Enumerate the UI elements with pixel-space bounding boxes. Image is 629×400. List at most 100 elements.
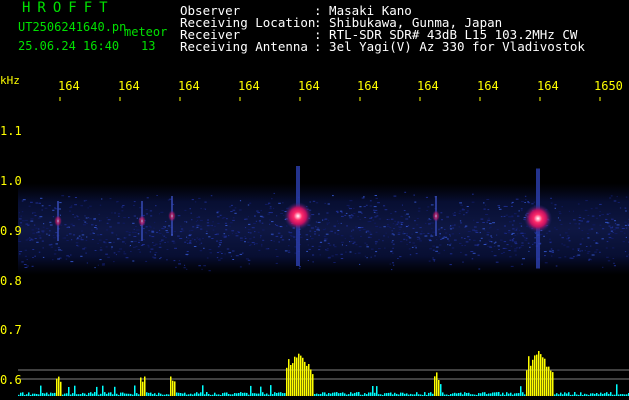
noise-speck <box>577 248 580 250</box>
noise-speck <box>34 238 37 239</box>
noise-speck <box>612 247 615 249</box>
power-bar <box>534 355 536 396</box>
noise-speck <box>349 235 353 237</box>
noise-speck <box>219 251 222 253</box>
power-bar <box>96 386 98 396</box>
noise-speck <box>465 212 468 214</box>
noise-speck <box>440 212 443 214</box>
noise-speck <box>270 240 273 241</box>
noise-speck <box>366 246 369 248</box>
noise-speck <box>198 265 201 267</box>
noise-speck <box>275 235 279 237</box>
noise-speck <box>373 211 376 213</box>
noise-speck <box>459 242 462 244</box>
noise-speck <box>416 224 419 226</box>
noise-speck <box>147 244 150 246</box>
noise-speck <box>318 234 320 236</box>
noise-speck <box>479 240 481 242</box>
noise-speck <box>99 234 103 236</box>
noise-speck <box>164 226 166 228</box>
power-bar <box>362 394 364 396</box>
noise-speck <box>309 230 312 232</box>
power-bar <box>494 392 496 396</box>
noise-speck <box>305 234 309 236</box>
power-bar <box>338 393 340 396</box>
power-bar <box>616 384 618 396</box>
noise-speck <box>259 222 261 224</box>
noise-speck <box>404 191 407 193</box>
noise-speck <box>31 229 35 231</box>
noise-speck <box>87 207 89 209</box>
power-bar <box>28 392 30 396</box>
noise-speck <box>564 256 567 258</box>
noise-speck <box>607 233 610 235</box>
noise-speck <box>356 227 360 229</box>
noise-speck <box>366 257 368 259</box>
noise-speck <box>487 245 489 247</box>
noise-speck <box>191 199 194 201</box>
noise-speck <box>248 223 251 225</box>
noise-speck <box>559 213 562 215</box>
power-bar <box>318 394 320 396</box>
noise-speck <box>200 242 203 244</box>
noise-speck <box>369 217 373 219</box>
noise-speck <box>77 237 79 239</box>
noise-speck <box>84 221 87 223</box>
noise-speck <box>612 258 615 259</box>
noise-speck <box>429 240 432 242</box>
noise-speck <box>427 232 430 234</box>
power-bar <box>414 394 416 396</box>
x-tick-label: 164 <box>298 79 320 93</box>
noise-speck <box>452 227 454 229</box>
noise-speck <box>428 223 430 225</box>
noise-speck <box>486 199 490 200</box>
noise-speck <box>259 215 263 217</box>
noise-speck <box>567 237 570 239</box>
power-bar <box>34 393 36 396</box>
noise-speck <box>549 242 552 244</box>
noise-speck <box>577 249 579 251</box>
noise-speck <box>52 259 54 261</box>
noise-speck <box>545 232 548 234</box>
power-bar <box>130 393 132 396</box>
power-bar <box>552 372 554 396</box>
noise-speck <box>282 202 284 204</box>
noise-speck <box>521 263 523 265</box>
power-bar <box>500 394 502 396</box>
noise-speck <box>66 240 69 241</box>
noise-speck <box>617 202 620 203</box>
noise-speck <box>561 237 564 239</box>
noise-speck <box>41 240 44 242</box>
power-bar <box>88 392 90 396</box>
noise-speck <box>397 233 401 235</box>
noise-speck <box>50 246 53 248</box>
power-bar <box>52 393 54 396</box>
noise-speck <box>349 217 353 219</box>
noise-speck <box>323 219 325 221</box>
noise-speck <box>607 260 611 262</box>
noise-speck <box>211 225 213 227</box>
noise-speck <box>458 226 461 228</box>
power-bar <box>254 393 256 396</box>
noise-speck <box>520 225 523 227</box>
noise-speck <box>427 219 429 221</box>
noise-speck <box>606 213 609 215</box>
noise-speck <box>206 225 210 227</box>
power-bar <box>602 393 604 396</box>
noise-speck <box>590 259 592 261</box>
noise-speck <box>500 239 503 241</box>
noise-speck <box>346 225 348 227</box>
noise-speck <box>360 227 364 228</box>
noise-speck <box>37 217 41 219</box>
x-tick-label: 164 <box>58 79 80 93</box>
noise-speck <box>121 210 124 212</box>
noise-speck <box>249 202 252 204</box>
noise-speck <box>84 215 86 217</box>
noise-speck <box>375 231 378 233</box>
app-title: HROFFT <box>22 0 115 16</box>
power-bar <box>166 394 168 396</box>
noise-speck <box>186 254 188 256</box>
power-bar <box>526 370 528 396</box>
noise-speck <box>111 212 113 214</box>
noise-speck <box>374 209 378 211</box>
